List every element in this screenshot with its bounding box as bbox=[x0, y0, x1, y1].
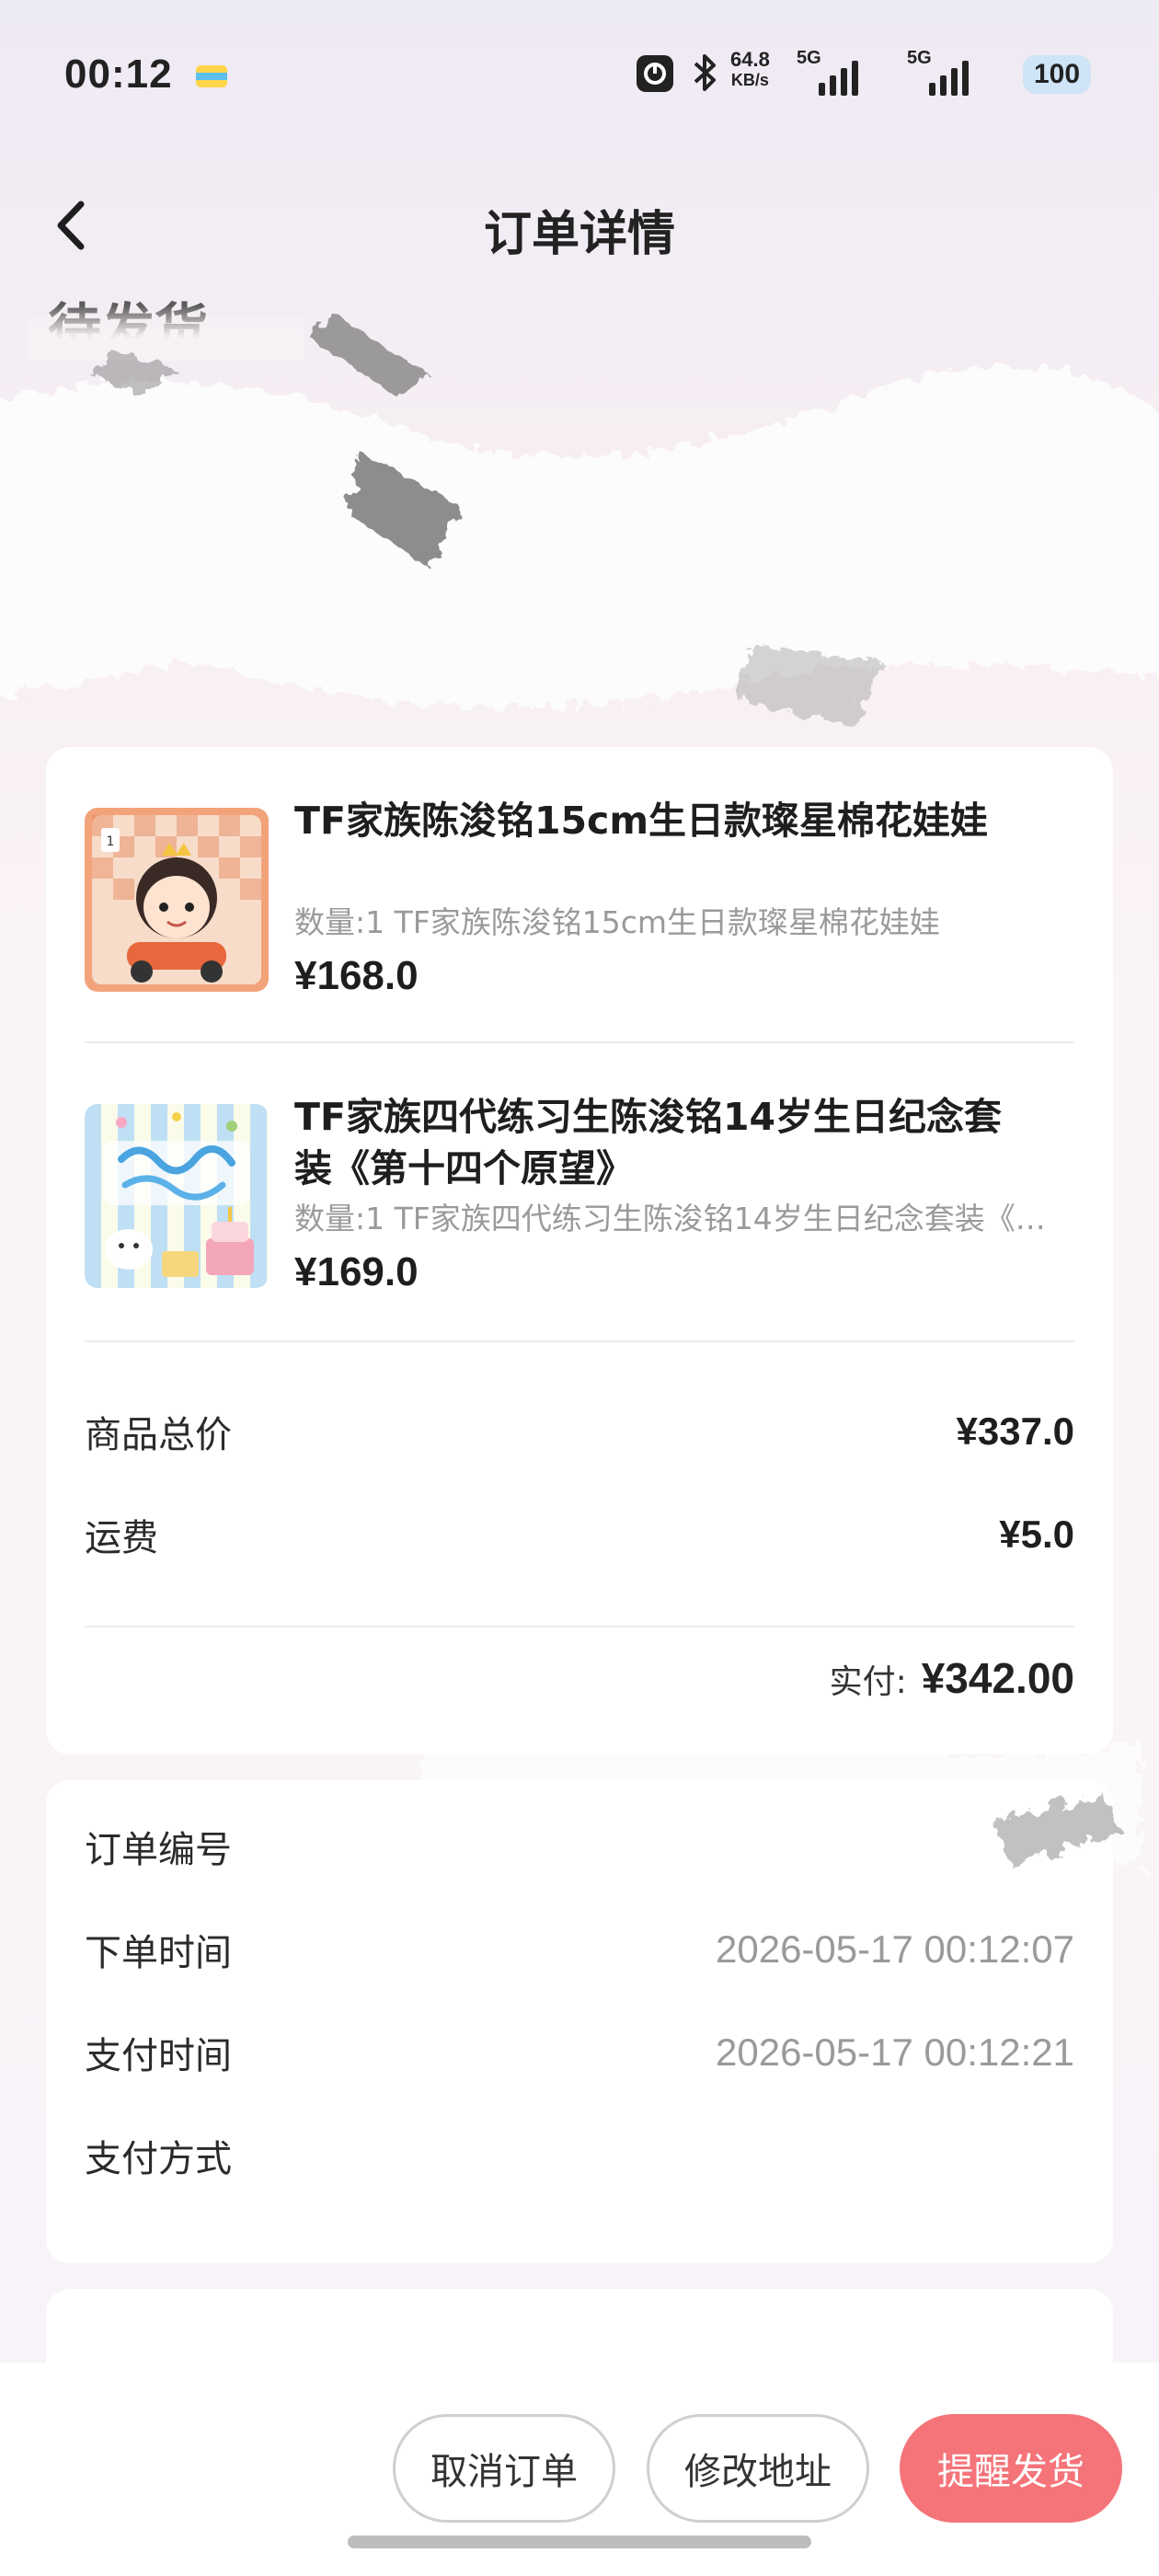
product-item[interactable]: 1 TF家族陈浚铭15cm生日款璨星棉花娃娃 数量:1 TF家族陈浚铭15cm生… bbox=[85, 795, 1074, 1016]
product-thumbnail-birthday-set[interactable] bbox=[85, 1104, 269, 1288]
pay-method-row: 支付方式 bbox=[85, 2128, 1074, 2183]
product-thumbnail-plush-doll[interactable]: 1 bbox=[85, 808, 269, 992]
background-brush-decoration bbox=[0, 313, 1159, 727]
order-time-label: 下单时间 bbox=[85, 1932, 232, 1974]
svg-text:1: 1 bbox=[107, 834, 115, 849]
nav-header: 订单详情 bbox=[0, 175, 1159, 276]
order-number-row: 订单编号 bbox=[85, 1819, 1074, 1874]
product-name[interactable]: TF家族陈浚铭15cm生日款璨星棉花娃娃 bbox=[294, 795, 1021, 846]
divider bbox=[85, 1041, 1074, 1043]
pay-method-label: 支付方式 bbox=[85, 2138, 232, 2180]
notification-card-icon bbox=[196, 65, 227, 87]
net-speed-unit: KB/s bbox=[730, 71, 769, 89]
app-status-icon bbox=[637, 55, 673, 92]
remind-shipping-button[interactable]: 提醒发货 bbox=[900, 2414, 1122, 2523]
product-item[interactable]: TF家族四代练习生陈浚铭14岁生日纪念套装《第十四个原望》 数量:1 TF家族四… bbox=[85, 1091, 1074, 1312]
shipping-label: 运费 bbox=[85, 1517, 158, 1559]
pay-time-row: 支付时间 2026-05-17 00:12:21 bbox=[85, 2025, 1074, 2080]
signal-1: 5G bbox=[797, 48, 870, 99]
page-title: 订单详情 bbox=[483, 207, 675, 262]
pay-time-label: 支付时间 bbox=[85, 2035, 232, 2077]
signal-bars-icon bbox=[929, 61, 969, 96]
bluetooth-icon bbox=[694, 54, 716, 91]
paid-value: ¥342.00 bbox=[921, 1654, 1074, 1702]
goods-total-row: 商品总价 ¥337.0 bbox=[85, 1404, 1074, 1459]
product-price: ¥168.0 bbox=[294, 953, 419, 998]
home-indicator[interactable] bbox=[348, 2536, 811, 2548]
signal-bars-icon bbox=[819, 61, 858, 96]
order-info-card: 订单编号 下单时间 2026-05-17 00:12:07 支付时间 2026-… bbox=[46, 1780, 1113, 2263]
modify-address-button[interactable]: 修改地址 bbox=[647, 2414, 869, 2523]
shipping-value: ¥5.0 bbox=[999, 1512, 1074, 1556]
signal-2: 5G bbox=[907, 48, 981, 99]
divider bbox=[85, 1626, 1074, 1627]
paid-label: 实付: bbox=[829, 1663, 907, 1701]
divider bbox=[85, 1340, 1074, 1342]
net-speed-value: 64.8 bbox=[730, 48, 770, 71]
order-time-row: 下单时间 2026-05-17 00:12:07 bbox=[85, 1922, 1074, 1977]
status-fade-overlay bbox=[28, 305, 304, 361]
pay-time-value: 2026-05-17 00:12:21 bbox=[716, 2030, 1074, 2074]
net-speed: 64.8 KB/s bbox=[730, 50, 770, 90]
order-time-value: 2026-05-17 00:12:07 bbox=[716, 1927, 1074, 1971]
product-spec: 数量:1 TF家族四代练习生陈浚铭14岁生日纪念套装《第十四个原望》 bbox=[294, 1201, 1074, 1236]
goods-total-value: ¥337.0 bbox=[956, 1409, 1074, 1453]
paid-total-row: 实付: ¥342.00 bbox=[830, 1653, 1074, 1703]
product-spec: 数量:1 TF家族陈浚铭15cm生日款璨星棉花娃娃 bbox=[294, 904, 941, 940]
goods-total-label: 商品总价 bbox=[85, 1414, 232, 1456]
status-icons: 64.8 KB/s 5G 5G 100 bbox=[635, 48, 1095, 103]
order-items-card: 1 TF家族陈浚铭15cm生日款璨星棉花娃娃 数量:1 TF家族陈浚铭15cm生… bbox=[46, 747, 1113, 1754]
product-price: ¥169.0 bbox=[294, 1249, 419, 1294]
product-name[interactable]: TF家族四代练习生陈浚铭14岁生日纪念套装《第十四个原望》 bbox=[294, 1091, 1021, 1194]
status-bar: 00:12 64.8 KB/s 5G 5G 100 bbox=[0, 0, 1159, 147]
battery-indicator: 100 bbox=[1023, 55, 1091, 94]
status-time: 00:12 bbox=[64, 52, 173, 97]
order-number-label: 订单编号 bbox=[85, 1829, 232, 1871]
shipping-row: 运费 ¥5.0 bbox=[85, 1507, 1074, 1562]
cancel-order-button[interactable]: 取消订单 bbox=[393, 2414, 615, 2523]
